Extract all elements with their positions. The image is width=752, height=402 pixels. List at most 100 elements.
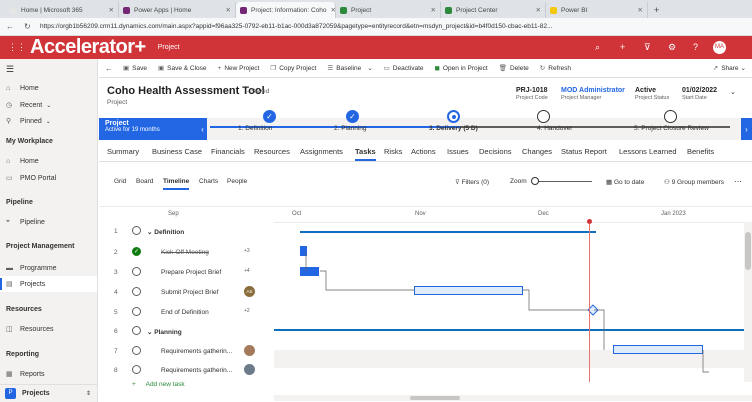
expand-header-icon[interactable]: ⌄: [730, 88, 736, 96]
new-tab-icon[interactable]: +: [648, 5, 665, 18]
avatar[interactable]: AS: [244, 286, 255, 297]
complete-checkbox[interactable]: [132, 326, 141, 335]
tab-changes[interactable]: Changes: [522, 147, 552, 156]
help-icon[interactable]: ?: [693, 42, 698, 52]
view-grid[interactable]: Grid: [114, 178, 126, 185]
browser-tab[interactable]: Power Apps | Home ✕: [119, 2, 236, 18]
delete-button[interactable]: 🗑 Delete: [499, 64, 529, 73]
save-close-button[interactable]: ▣ Save & Close: [158, 64, 207, 73]
avatar[interactable]: [244, 364, 255, 375]
view-board[interactable]: Board: [136, 178, 153, 185]
app-name[interactable]: Project: [158, 44, 180, 51]
filter-icon[interactable]: ⊽: [644, 42, 651, 53]
new-project-button[interactable]: + New Project: [218, 65, 260, 72]
new-icon[interactable]: +: [620, 42, 625, 52]
complete-checkbox[interactable]: [132, 267, 141, 276]
complete-checkbox[interactable]: [132, 346, 141, 355]
stage-delivery-current-icon[interactable]: [447, 110, 460, 123]
go-to-date-button[interactable]: ▦ Go to date: [606, 178, 644, 186]
close-icon[interactable]: ✕: [327, 6, 335, 14]
zoom-slider-thumb[interactable]: [531, 177, 539, 185]
tab-actions[interactable]: Actions: [411, 147, 436, 156]
field-project-manager[interactable]: MOD Administrator Project Manager: [561, 87, 625, 101]
view-charts[interactable]: Charts: [199, 178, 218, 185]
stage-closure-icon[interactable]: [664, 110, 677, 123]
more-icon[interactable]: ⋯: [734, 177, 742, 186]
table-row[interactable]: 1 ⌄ Definition: [99, 222, 274, 241]
browser-tab[interactable]: Project Center ✕: [441, 2, 546, 18]
sidebar-item-projects[interactable]: ▤ Projects: [0, 276, 97, 292]
tab-business-case[interactable]: Business Case: [152, 147, 202, 156]
close-icon[interactable]: ✕: [105, 6, 114, 14]
table-row[interactable]: 4 Submit Project Brief AS: [99, 283, 274, 302]
tab-lessons-learned[interactable]: Lessons Learned: [619, 147, 677, 156]
stage-badge[interactable]: Project Active for 19 months: [99, 118, 199, 140]
copy-project-button[interactable]: ❐ Copy Project: [270, 64, 316, 73]
table-row[interactable]: 3 Prepare Project Brief +4: [99, 263, 274, 282]
sidebar-item-workplace-home[interactable]: ⌂ Home: [0, 153, 97, 169]
back-icon[interactable]: ←: [105, 64, 113, 73]
tab-assignments[interactable]: Assignments: [300, 147, 343, 156]
tab-summary[interactable]: Summary: [107, 147, 139, 156]
browser-tab[interactable]: Power BI ✕: [546, 2, 648, 18]
stage-handover-icon[interactable]: [537, 110, 550, 123]
sidebar-item-pinned[interactable]: ⚲ Pinned ⌄: [0, 113, 97, 129]
close-icon[interactable]: ✕: [532, 6, 541, 14]
vertical-scrollbar-thumb[interactable]: [745, 232, 751, 270]
filters-button[interactable]: ⊽ Filters (0): [455, 178, 489, 186]
zoom-slider-track[interactable]: [532, 181, 592, 182]
avatar[interactable]: [244, 345, 255, 356]
browser-tab[interactable]: Home | Microsoft 365 ✕: [6, 2, 119, 18]
tab-benefits[interactable]: Benefits: [687, 147, 714, 156]
stage-closure[interactable]: 5. Project Closure Review: [634, 125, 709, 132]
tab-status-report[interactable]: Status Report: [561, 147, 607, 156]
baseline-button[interactable]: ☰ Baseline ⌄: [327, 64, 372, 73]
tab-financials[interactable]: Financials: [211, 147, 245, 156]
sidebar-item-programme[interactable]: ▬ Programme: [0, 260, 97, 276]
table-row[interactable]: 8 Requirements gatherin...: [99, 361, 274, 380]
table-row[interactable]: 6 ⌄ Planning: [99, 322, 274, 341]
stage-definition[interactable]: 1. Definition: [238, 125, 272, 132]
close-icon[interactable]: ✕: [634, 6, 643, 14]
save-button[interactable]: ▣ Save: [123, 64, 147, 73]
open-in-project-button[interactable]: ◼ Open in Project: [435, 64, 488, 73]
table-row[interactable]: 5 End of Definition +2: [99, 303, 274, 322]
sidebar-item-recent[interactable]: ◷ Recent ⌄: [0, 97, 97, 113]
complete-checkbox[interactable]: [132, 307, 141, 316]
add-new-task-button[interactable]: + Add new task: [132, 381, 185, 388]
stage-handover[interactable]: 4. Handover: [537, 125, 572, 132]
completed-check-icon[interactable]: ✓: [132, 247, 141, 256]
app-launcher-icon[interactable]: ⋮⋮: [8, 42, 26, 53]
view-timeline[interactable]: Timeline: [163, 178, 190, 190]
chevron-right-icon[interactable]: ›: [741, 118, 752, 140]
sidebar-item-reports[interactable]: ▦ Reports: [0, 366, 97, 382]
tab-risks[interactable]: Risks: [384, 147, 402, 156]
refresh-button[interactable]: ↻ Refresh: [540, 64, 571, 73]
sidebar-item-home[interactable]: ⌂ Home: [0, 80, 97, 96]
stage-definition-check-icon[interactable]: ✓: [263, 110, 276, 123]
browser-tab[interactable]: Project ✕: [336, 2, 441, 18]
complete-checkbox[interactable]: [132, 365, 141, 374]
table-row[interactable]: 7 Requirements gatherin...: [99, 342, 274, 361]
chevron-left-icon[interactable]: ‹: [198, 118, 207, 140]
sidebar-item-pmo-portal[interactable]: ▭ PMO Portal: [0, 170, 97, 186]
refresh-icon[interactable]: ↻: [24, 22, 31, 31]
horizontal-scrollbar-thumb[interactable]: [410, 396, 460, 400]
sidebar-item-pipeline[interactable]: ⌖ Pipeline: [0, 214, 97, 230]
share-button[interactable]: ↗ Share ⌄: [713, 64, 746, 73]
deactivate-button[interactable]: ▭ Deactivate: [384, 64, 424, 73]
tab-resources[interactable]: Resources: [254, 147, 290, 156]
menu-icon[interactable]: ☰: [6, 64, 14, 75]
back-icon[interactable]: ←: [6, 22, 14, 31]
search-icon[interactable]: ⌕: [595, 42, 600, 53]
close-icon[interactable]: ✕: [222, 6, 231, 14]
view-people[interactable]: People: [227, 178, 247, 185]
tab-tasks[interactable]: Tasks: [355, 147, 376, 161]
close-icon[interactable]: ✕: [427, 6, 436, 14]
tab-decisions[interactable]: Decisions: [479, 147, 512, 156]
stage-delivery[interactable]: 3. Delivery (5 D): [429, 125, 478, 132]
tab-issues[interactable]: Issues: [447, 147, 469, 156]
horizontal-scrollbar[interactable]: [274, 395, 752, 401]
group-members-button[interactable]: ⚇ 9 Group members: [664, 178, 724, 186]
area-switcher[interactable]: P Projects ⇕: [0, 384, 97, 402]
